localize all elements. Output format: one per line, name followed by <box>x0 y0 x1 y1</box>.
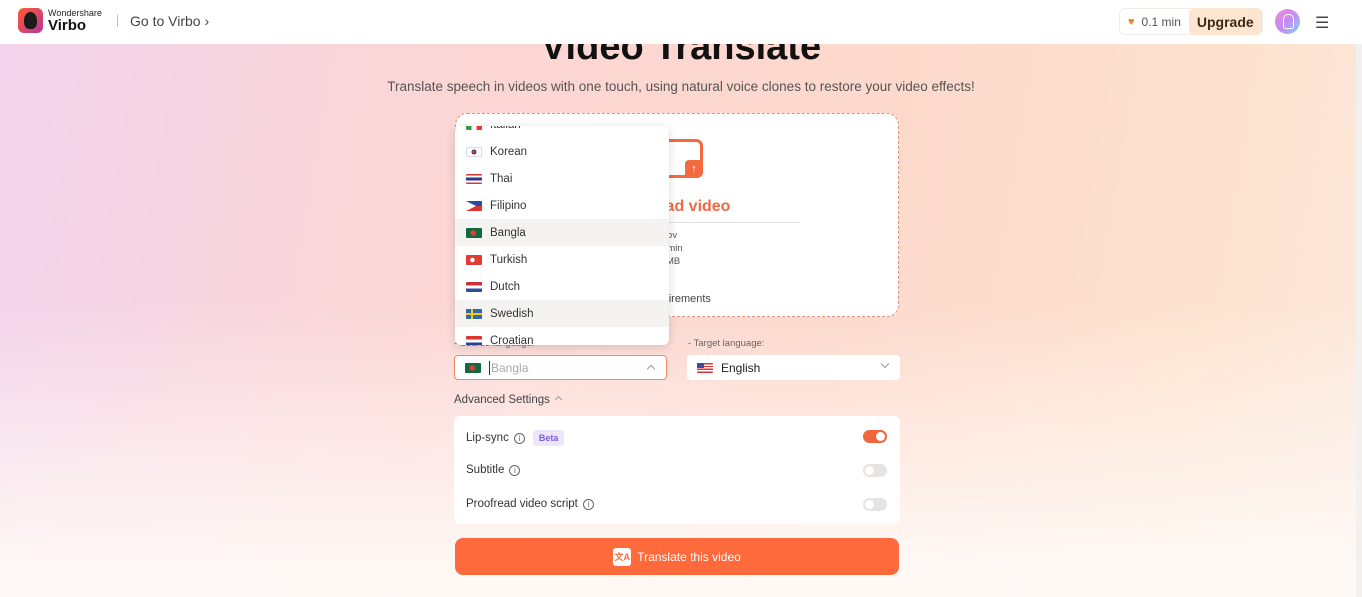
lip-sync-label: Lip-sync <box>466 432 509 444</box>
translate-video-button[interactable]: 文A Translate this video <box>455 538 899 575</box>
language-option[interactable]: Croatian <box>455 327 669 345</box>
flag-icon <box>466 254 482 265</box>
source-language-dropdown[interactable]: Italian Korean Thai Filipino Bangla Turkish Du… <box>455 126 669 345</box>
flag-icon <box>466 200 482 211</box>
flag-icon <box>466 126 482 130</box>
language-option-label: Dutch <box>490 280 521 293</box>
language-option[interactable]: Korean <box>455 138 669 165</box>
credits-badge: ♥ 0.1 min Upgrade <box>1119 8 1263 35</box>
advanced-settings-label: Advanced Settings <box>454 394 550 406</box>
language-option[interactable]: Bangla <box>455 219 669 246</box>
virbo-logo-icon <box>18 8 43 33</box>
upgrade-button[interactable]: Upgrade <box>1188 8 1262 35</box>
proofread-toggle[interactable] <box>863 498 887 511</box>
source-language-input[interactable]: Bangla <box>489 360 528 375</box>
bangladesh-flag-icon <box>465 362 481 373</box>
advanced-settings-toggle[interactable]: Advanced Settings <box>454 394 562 406</box>
chevron-right-icon: › <box>204 13 210 29</box>
beta-badge: Beta <box>532 430 565 446</box>
language-option[interactable]: Turkish <box>455 246 669 273</box>
language-option-label: Croatian <box>490 334 534 346</box>
translate-icon: 文A <box>613 547 632 566</box>
language-option-label: Thai <box>490 172 513 185</box>
info-icon[interactable]: i <box>582 498 594 510</box>
go-to-virbo-link[interactable]: Go to Virbo › <box>130 13 209 29</box>
brand-big: Virbo <box>48 16 87 34</box>
target-language-label: - Target language: <box>688 338 765 349</box>
us-flag-icon <box>697 362 713 373</box>
flag-icon <box>466 308 482 319</box>
language-option[interactable]: Filipino <box>455 192 669 219</box>
language-option-label: Korean <box>490 145 528 158</box>
page-subtitle: Translate speech in videos with one touc… <box>387 79 975 94</box>
language-option[interactable]: Dutch <box>455 273 669 300</box>
translate-label: Translate this video <box>637 549 741 564</box>
source-language-select[interactable]: Bangla <box>454 355 667 380</box>
info-icon[interactable]: i <box>513 432 525 444</box>
flag-icon <box>466 146 482 157</box>
divider <box>117 15 118 27</box>
virbo-logo[interactable]: Wondershare Virbo <box>18 8 102 33</box>
language-option[interactable]: Swedish <box>455 300 669 327</box>
target-language-select[interactable]: English <box>687 355 900 380</box>
diamond-icon: ♥ <box>1128 15 1135 28</box>
setting-proofread: Proofread video script i <box>466 498 594 510</box>
credits-remaining: 0.1 min <box>1141 14 1181 29</box>
info-icon[interactable]: i <box>509 464 521 476</box>
language-option-label: Filipino <box>490 199 527 212</box>
hamburger-menu-icon[interactable]: ☰ <box>1315 13 1329 33</box>
flag-icon <box>466 281 482 292</box>
language-option[interactable]: Thai <box>455 165 669 192</box>
flag-icon <box>466 335 482 345</box>
advanced-settings-panel: Lip-sync i Beta Subtitle i Proofread vid… <box>454 416 900 524</box>
language-option-label: Turkish <box>490 253 528 266</box>
language-option-label: Bangla <box>490 226 526 239</box>
chevron-down-icon <box>880 359 890 369</box>
chevron-up-icon <box>554 395 562 404</box>
setting-lip-sync: Lip-sync i Beta <box>466 430 565 446</box>
go-to-virbo-label: Go to Virbo <box>130 13 201 29</box>
language-option-label: Italian <box>490 126 521 131</box>
language-option-label: Swedish <box>490 307 534 320</box>
subtitle-label: Subtitle <box>466 464 505 476</box>
lip-sync-toggle[interactable] <box>863 430 887 443</box>
target-language-value: English <box>721 360 761 375</box>
language-option[interactable]: Italian <box>455 126 669 138</box>
flag-icon <box>466 173 482 184</box>
page-scrollbar[interactable] <box>1356 44 1362 597</box>
proofread-label: Proofread video script <box>466 498 578 510</box>
subtitle-toggle[interactable] <box>863 464 887 477</box>
setting-subtitle: Subtitle i <box>466 464 521 476</box>
flag-icon <box>466 227 482 238</box>
chevron-up-icon <box>646 364 656 374</box>
avatar[interactable] <box>1275 9 1300 34</box>
top-bar: Wondershare Virbo Go to Virbo › ♥ 0.1 mi… <box>0 0 1362 44</box>
